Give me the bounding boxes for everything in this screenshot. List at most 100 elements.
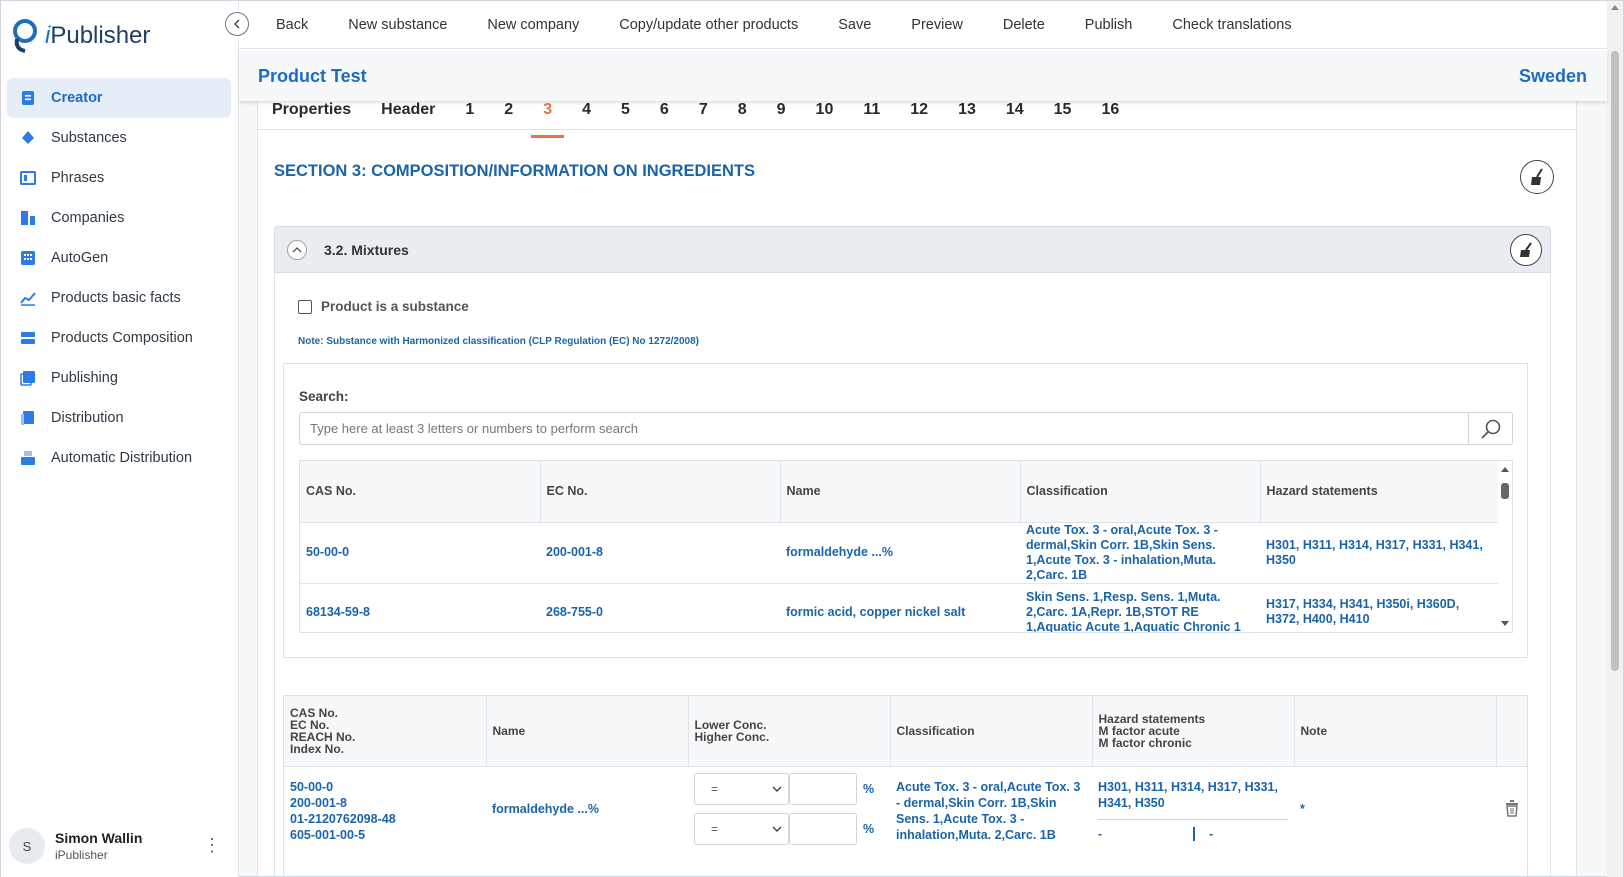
tab-1[interactable]: 1 [465, 101, 474, 128]
tab-6[interactable]: 6 [660, 101, 669, 128]
results-scrollbar[interactable] [1498, 461, 1512, 632]
avatar: S [9, 828, 45, 864]
more-options-icon[interactable]: ⋮ [203, 836, 221, 854]
sidebar-item-substances[interactable]: Substances [7, 118, 231, 158]
classification-cell: Acute Tox. 3 - oral,Acute Tox. 3 - derma… [1020, 522, 1260, 584]
trash-icon[interactable] [1504, 799, 1520, 817]
chart-icon [19, 289, 37, 307]
text-cursor [1193, 826, 1195, 841]
sidebar-nav: Creator Substances Phrases Companies Aut… [7, 78, 231, 478]
sidebar-item-label: Substances [51, 130, 127, 146]
tab-14[interactable]: 14 [1006, 101, 1024, 128]
tab-header[interactable]: Header [381, 101, 435, 128]
scroll-down-icon[interactable] [1501, 621, 1509, 626]
sidebar-item-products-basic-facts[interactable]: Products basic facts [7, 278, 231, 318]
search-button[interactable] [1468, 413, 1512, 444]
percent-label: % [863, 781, 875, 796]
new-company-button[interactable]: New company [487, 17, 579, 33]
product-is-substance-checkbox[interactable]: Product is a substance [298, 299, 469, 314]
main-content: Properties Header 1 2 3 4 5 6 7 8 9 10 1… [239, 101, 1607, 876]
save-button[interactable]: Save [838, 17, 871, 33]
collapse-sidebar-button[interactable] [225, 12, 249, 36]
name-cell: formaldehyde ...% [780, 522, 1020, 584]
sidebar-item-label: Distribution [51, 410, 124, 426]
chevron-up-icon[interactable] [287, 240, 307, 260]
cas-cell: 50-00-0 [300, 522, 540, 584]
clear-subsection-button[interactable] [1510, 234, 1542, 266]
tab-2[interactable]: 2 [504, 101, 513, 128]
lower-conc-operator-select[interactable]: = [694, 772, 789, 805]
search-input[interactable] [300, 413, 1460, 444]
check-translations-button[interactable]: Check translations [1172, 17, 1291, 33]
checkbox[interactable] [298, 299, 312, 314]
scroll-up-icon[interactable] [1501, 467, 1509, 472]
tab-11[interactable]: 11 [863, 101, 880, 128]
table-row[interactable]: 68134-59-8 268-755-0 formic acid, copper… [300, 583, 1500, 632]
distribution-icon [19, 409, 37, 427]
search-results-table: CAS No. EC No. Name Classification Hazar… [299, 460, 1513, 633]
sidebar-item-publishing[interactable]: Publishing [7, 358, 231, 398]
tab-3[interactable]: 3 [531, 101, 564, 138]
sidebar-item-creator[interactable]: Creator [7, 78, 231, 118]
sidebar-item-products-composition[interactable]: Products Composition [7, 318, 231, 358]
tab-7[interactable]: 7 [699, 101, 708, 128]
tab-9[interactable]: 9 [777, 101, 786, 128]
m-factor-acute[interactable]: - [1098, 826, 1193, 842]
tab-4[interactable]: 4 [582, 101, 591, 128]
scroll-thumb[interactable] [1611, 51, 1619, 671]
sidebar-item-automatic-distribution[interactable]: Automatic Distribution [7, 438, 231, 478]
sidebar-item-phrases[interactable]: Phrases [7, 158, 231, 198]
sidebar-item-label: Automatic Distribution [51, 450, 193, 466]
app-logo[interactable]: iPublisher [11, 19, 150, 53]
higher-conc-operator-select[interactable]: = [694, 812, 789, 845]
publish-button[interactable]: Publish [1085, 17, 1133, 33]
scroll-thumb[interactable] [1501, 483, 1509, 499]
new-substance-button[interactable]: New substance [348, 17, 447, 33]
back-button[interactable]: Back [276, 17, 308, 33]
tab-12[interactable]: 12 [910, 101, 928, 128]
copy-update-button[interactable]: Copy/update other products [619, 17, 798, 33]
m-factor-chronic[interactable]: - [1209, 826, 1213, 842]
tab-13[interactable]: 13 [958, 101, 976, 128]
column-header-conc: Lower Conc. Higher Conc. [688, 696, 891, 767]
tab-8[interactable]: 8 [738, 101, 747, 128]
publishing-icon [19, 369, 37, 387]
delete-button[interactable]: Delete [1003, 17, 1045, 33]
search-field[interactable] [299, 412, 1513, 445]
note-cell[interactable]: * [1294, 766, 1496, 853]
user-org: iPublisher [55, 848, 108, 862]
user-profile[interactable]: S Simon Wallin iPublisher ⋮ [7, 822, 231, 870]
tab-properties[interactable]: Properties [272, 101, 351, 128]
column-header-actions [1496, 696, 1527, 767]
sidebar-item-label: Products Composition [51, 330, 193, 346]
tab-16[interactable]: 16 [1101, 101, 1119, 128]
sidebar-item-label: Products basic facts [51, 290, 181, 306]
higher-conc-input[interactable] [789, 812, 857, 845]
sidebar: iPublisher Creator Substances Phrases Co… [1, 1, 239, 877]
column-header-note: Note [1294, 696, 1497, 767]
sidebar-item-label: Phrases [51, 170, 105, 186]
table-row: 50-00-0 200-001-8 01-2120762098-48 605-0… [284, 766, 1527, 853]
section-card: Properties Header 1 2 3 4 5 6 7 8 9 10 1… [257, 101, 1577, 876]
lower-conc-input[interactable] [789, 772, 857, 805]
classification-cell: Acute Tox. 3 - oral,Acute Tox. 3 - derma… [896, 779, 1081, 842]
table-row[interactable]: 50-00-0 200-001-8 formaldehyde ...% Acut… [300, 522, 1500, 584]
sidebar-item-autogen[interactable]: AutoGen [7, 238, 231, 278]
page-scrollbar[interactable] [1607, 1, 1623, 877]
mixtures-accordion-body: Product is a substance Note: Substance w… [274, 273, 1551, 876]
tab-15[interactable]: 15 [1054, 101, 1072, 128]
sidebar-item-companies[interactable]: Companies [7, 198, 231, 238]
composition-icon [19, 329, 37, 347]
clear-section-button[interactable] [1520, 160, 1554, 194]
tab-5[interactable]: 5 [621, 101, 630, 128]
sidebar-item-distribution[interactable]: Distribution [7, 398, 231, 438]
preview-button[interactable]: Preview [911, 17, 963, 33]
actions-cell [1496, 766, 1527, 853]
tab-10[interactable]: 10 [816, 101, 834, 128]
percent-label: % [863, 821, 875, 836]
app-name: iPublisher [45, 22, 151, 49]
ids-cell: 50-00-0 200-001-8 01-2120762098-48 605-0… [290, 779, 396, 842]
mixtures-accordion-header[interactable]: 3.2. Mixtures [274, 226, 1551, 273]
name-cell: formaldehyde ...% [492, 801, 599, 816]
scroll-up-icon[interactable] [1611, 5, 1619, 10]
